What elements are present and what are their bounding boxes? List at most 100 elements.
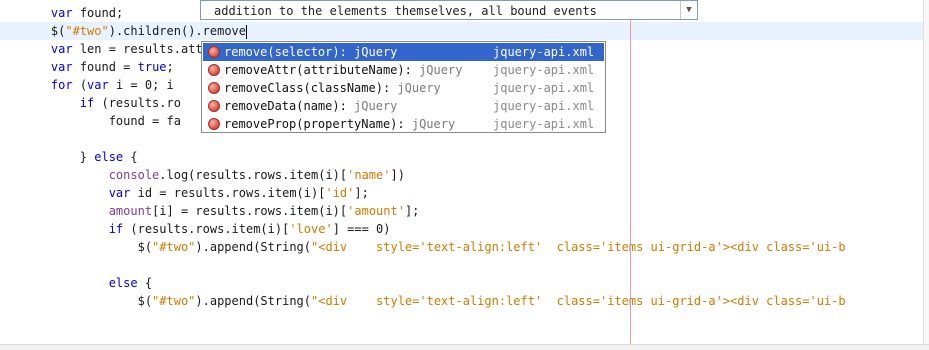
horizontal-scrollbar[interactable] (0, 344, 929, 350)
type-separator: : (382, 81, 398, 95)
code-token: ]; (404, 204, 420, 218)
completion-source: jquery-api.xml (493, 99, 595, 113)
code-line[interactable]: $("#two").append(String("<div style='tex… (0, 238, 929, 256)
method-name: removeAttr (224, 63, 297, 77)
code-token: 'name' (347, 168, 391, 182)
code-token: "<div style='text-align:left' class='ite… (311, 240, 846, 254)
code-line[interactable]: } else { (0, 148, 929, 166)
code-token: len = results.attr (72, 42, 210, 56)
code-token: "<div style='text-align:left' class='ite… (311, 294, 846, 308)
completion-signature: removeData(name): jQuery (224, 97, 397, 115)
method-params: (propertyName) (296, 117, 398, 131)
code-token: found = (72, 60, 138, 74)
documentation-text: addition to the elements themselves, all… (214, 4, 597, 18)
code-token: 'id' (325, 186, 355, 200)
vertical-scrollbar[interactable] (923, 0, 929, 345)
method-name: removeProp (224, 117, 297, 131)
code-token: ]; (354, 186, 369, 200)
code-token: i = 0; i (108, 78, 174, 92)
code-completion-popup[interactable]: remove(selector): jQuery jquery-api.xml re… (201, 41, 606, 133)
completion-source: jquery-api.xml (493, 117, 595, 131)
code-token: 'love' (289, 222, 333, 236)
code-token: ]) (390, 168, 405, 182)
code-token: ; (166, 60, 174, 74)
code-token: } (22, 150, 95, 164)
method-icon (208, 64, 220, 76)
completion-source: jquery-api.xml (493, 81, 595, 95)
code-line[interactable]: var id = results.rows.item(i)['id']; (0, 184, 929, 202)
completion-item-removeattr[interactable]: removeAttr(attributeName): jQuery jquery-… (203, 61, 604, 79)
right-margin-guide (630, 0, 631, 350)
code-token: var (50, 60, 73, 74)
code-token: ( (72, 78, 88, 92)
method-params: (attributeName) (296, 63, 405, 77)
code-token: else (94, 150, 124, 164)
completion-signature: removeAttr(attributeName): jQuery (224, 61, 462, 79)
code-token: var (50, 6, 73, 20)
code-token: for (50, 78, 73, 92)
method-params: (className) (303, 81, 383, 95)
method-icon (208, 118, 220, 130)
completion-item-remove[interactable]: remove(selector): jQuery jquery-api.xml (203, 43, 604, 61)
code-line[interactable] (0, 256, 929, 274)
method-icon (208, 100, 220, 112)
method-name: remove (224, 45, 268, 59)
completion-signature: removeClass(className): jQuery (224, 79, 441, 97)
code-token: [i] = results.rows.item(i)[ (152, 204, 348, 218)
completion-signature: remove(selector): jQuery (224, 43, 397, 61)
code-token: { (137, 276, 153, 290)
code-token: if (108, 222, 124, 236)
code-token: var (50, 42, 73, 56)
code-token: console (108, 168, 160, 182)
completion-source: jquery-api.xml (493, 45, 595, 59)
code-line[interactable]: console.log(results.rows.item(i)['name']… (0, 166, 929, 184)
type-separator: : (404, 63, 420, 77)
code-token: ).children().remove (108, 24, 246, 38)
completion-signature: removeProp(propertyName): jQuery (224, 115, 455, 133)
code-token: { (123, 150, 138, 164)
return-type: jQuery (419, 63, 463, 77)
code-token: 'amount' (347, 204, 405, 218)
code-token: ] === 0) (332, 222, 391, 236)
code-token: "#two" (152, 294, 196, 308)
code-token: else (108, 276, 138, 290)
code-line[interactable]: if (results.rows.item(i)['love'] === 0) (0, 220, 929, 238)
code-token: var (108, 186, 131, 200)
method-name: removeData (224, 99, 297, 113)
code-line[interactable]: else { (0, 274, 929, 292)
type-separator: : (397, 117, 412, 131)
code-token: ).append(String( (195, 294, 311, 308)
method-icon (208, 82, 220, 94)
code-token: ).append(String( (195, 240, 311, 254)
type-separator: : (339, 45, 355, 59)
return-type: jQuery (397, 81, 441, 95)
current-code-line[interactable]: $("#two").children().remove (0, 22, 929, 40)
code-token: $( (22, 294, 153, 308)
code-token: found; (72, 6, 124, 20)
completion-item-removedata[interactable]: removeData(name): jQuery jquery-api.xml (203, 97, 604, 115)
code-line[interactable]: amount[i] = results.rows.item(i)['amount… (0, 202, 929, 220)
code-token: true (137, 60, 167, 74)
code-line[interactable]: $("#two").append(String("<div style='tex… (0, 292, 929, 310)
completion-item-removeprop[interactable]: removeProp(propertyName): jQuery jquery-a… (203, 115, 604, 133)
code-token: $( (22, 240, 153, 254)
completion-source: jquery-api.xml (493, 63, 595, 77)
code-token: if (79, 96, 95, 110)
type-separator: : (339, 99, 355, 113)
chevron-down-icon[interactable]: ▼ (680, 1, 697, 19)
method-name: removeClass (224, 81, 304, 95)
code-token: $( (22, 24, 66, 38)
completion-item-removeclass[interactable]: removeClass(className): jQuery jquery-api… (203, 79, 604, 97)
method-icon (208, 46, 220, 58)
code-token: var (87, 78, 109, 92)
